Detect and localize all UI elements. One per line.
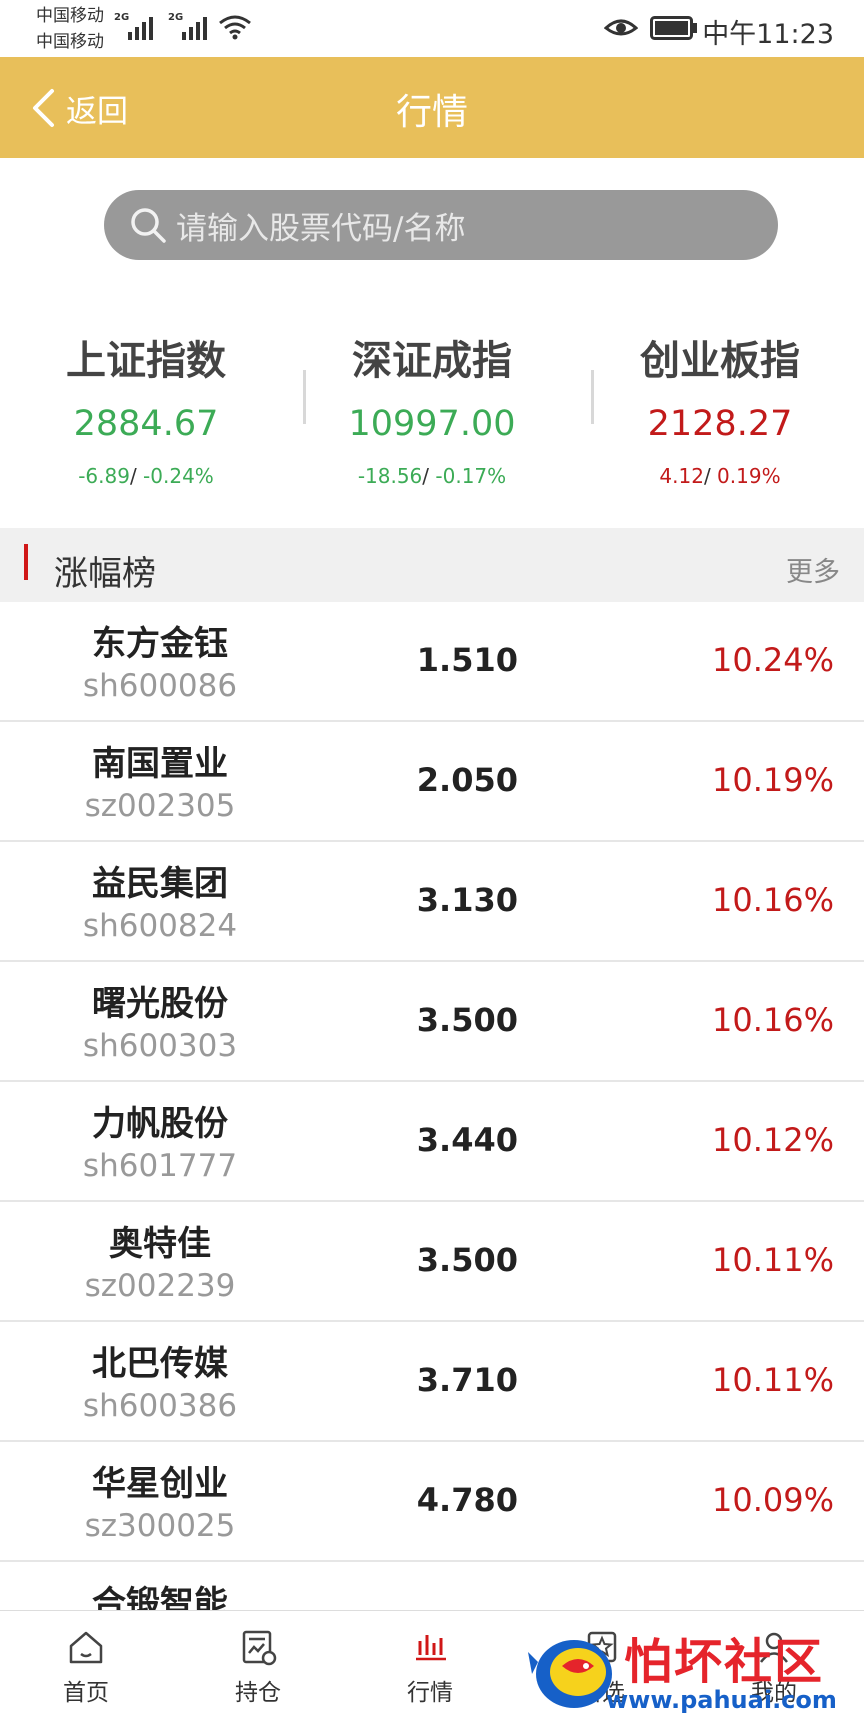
tab-label: 持仓 bbox=[235, 1680, 281, 1706]
stock-name: 合锻智能 bbox=[92, 1584, 228, 1610]
stock-change-pct: 10.12% bbox=[711, 1121, 834, 1159]
carrier-label-1: 中国移动 bbox=[36, 6, 104, 26]
more-link[interactable]: 更多 bbox=[786, 550, 840, 589]
stock-name: 曙光股份 bbox=[92, 984, 228, 1024]
stock-price: 3.130 bbox=[416, 881, 518, 919]
battery-icon bbox=[650, 16, 697, 40]
stock-name: 力帆股份 bbox=[92, 1104, 228, 1144]
stock-change-pct: 10.11% bbox=[711, 1241, 834, 1279]
stock-price: 3.710 bbox=[416, 1361, 518, 1399]
section-marker bbox=[24, 544, 28, 580]
stock-list: 东方金钰 sh600086 1.510 10.24% 南国置业 sz002305… bbox=[0, 602, 864, 1610]
carrier-label-2: 中国移动 bbox=[36, 32, 104, 52]
index-name: 创业板指 bbox=[640, 338, 800, 384]
stock-name: 华星创业 bbox=[92, 1464, 228, 1504]
stock-row[interactable]: 力帆股份 sh601777 3.440 10.12% bbox=[0, 1082, 864, 1202]
stock-name: 奥特佳 bbox=[109, 1224, 211, 1264]
index-panel: 上证指数 2884.67 -6.89/ -0.24% 深证成指 10997.00… bbox=[0, 294, 864, 528]
stock-code: sh600824 bbox=[82, 908, 238, 944]
stock-code: sz002239 bbox=[84, 1268, 236, 1304]
status-time: 中午11:23 bbox=[702, 19, 834, 50]
tab-label: 首页 bbox=[63, 1680, 109, 1706]
stock-row[interactable]: 东方金钰 sh600086 1.510 10.24% bbox=[0, 602, 864, 722]
signal-icon-1: 2G bbox=[114, 12, 153, 40]
tab-holdings[interactable]: 持仓 bbox=[172, 1611, 344, 1726]
stock-change-pct: 10.09% bbox=[711, 1481, 834, 1519]
stock-name: 东方金钰 bbox=[92, 624, 228, 664]
search-placeholder: 请输入股票代码/名称 bbox=[176, 210, 466, 247]
stock-code: sh601777 bbox=[82, 1148, 238, 1184]
watermark-logo: 怕坏社区 www.pahuai.com bbox=[528, 1622, 864, 1726]
stock-code: sh600386 bbox=[82, 1388, 238, 1424]
index-change: -18.56/ -0.17% bbox=[357, 464, 507, 488]
index-card-shanghai[interactable]: 上证指数 2884.67 -6.89/ -0.24% bbox=[2, 328, 290, 488]
index-value: 2128.27 bbox=[647, 404, 793, 444]
stock-row[interactable]: 北巴传媒 sh600386 3.710 10.11% bbox=[0, 1322, 864, 1442]
stock-code: sz300025 bbox=[84, 1508, 236, 1544]
market-icon bbox=[416, 1635, 446, 1661]
stock-row[interactable]: 华星创业 sz300025 4.780 10.09% bbox=[0, 1442, 864, 1562]
watermark-url: www.pahuai.com bbox=[606, 1686, 837, 1714]
section-title: 涨幅榜 bbox=[54, 554, 156, 594]
stock-price: 4.780 bbox=[416, 1481, 518, 1519]
page-title: 行情 bbox=[395, 92, 468, 133]
tab-home[interactable]: 首页 bbox=[0, 1611, 172, 1726]
eye-icon bbox=[604, 19, 638, 36]
holdings-icon bbox=[242, 1630, 277, 1666]
stock-price: 1.510 bbox=[416, 641, 518, 679]
status-bar: 中国移动 中国移动 2G 2G 中午11:23 bbox=[0, 0, 864, 57]
section-header-gainers: 涨幅榜 更多 bbox=[0, 528, 864, 602]
index-change: 4.12/ 0.19% bbox=[659, 464, 781, 488]
tab-market[interactable]: 行情 bbox=[344, 1611, 516, 1726]
stock-change-pct: 10.11% bbox=[711, 1361, 834, 1399]
index-card-chinext[interactable]: 创业板指 2128.27 4.12/ 0.19% bbox=[576, 328, 864, 488]
stock-change-pct: 10.16% bbox=[711, 881, 834, 919]
stock-row[interactable]: 南国置业 sz002305 2.050 10.19% bbox=[0, 722, 864, 842]
stock-row[interactable]: 益民集团 sh600824 3.130 10.16% bbox=[0, 842, 864, 962]
index-card-shenzhen[interactable]: 深证成指 10997.00 -18.56/ -0.17% bbox=[288, 328, 576, 488]
index-name: 上证指数 bbox=[66, 338, 226, 384]
search-icon bbox=[131, 208, 166, 243]
stock-price: 3.500 bbox=[416, 1241, 518, 1279]
stock-row[interactable]: 曙光股份 sh600303 3.500 10.16% bbox=[0, 962, 864, 1082]
watermark-text: 怕坏社区 bbox=[624, 1634, 825, 1690]
stock-name: 益民集团 bbox=[92, 864, 228, 904]
stock-change-pct: 10.24% bbox=[711, 641, 834, 679]
stock-code: sh600086 bbox=[82, 668, 238, 704]
stock-price: 2.050 bbox=[416, 761, 518, 799]
stock-row[interactable]: 奥特佳 sz002239 3.500 10.11% bbox=[0, 1202, 864, 1322]
tab-label: 行情 bbox=[407, 1680, 453, 1706]
index-change: -6.89/ -0.24% bbox=[78, 464, 214, 488]
index-name: 深证成指 bbox=[352, 338, 512, 384]
stock-name: 南国置业 bbox=[92, 744, 228, 784]
stock-change-pct: 10.19% bbox=[711, 761, 834, 799]
stock-name: 北巴传媒 bbox=[92, 1344, 228, 1384]
nav-bar: 返回 行情 bbox=[0, 57, 864, 158]
index-value: 10997.00 bbox=[348, 404, 516, 444]
wifi-icon bbox=[219, 15, 251, 40]
stock-price: 3.500 bbox=[416, 1001, 518, 1039]
stock-change-pct: 10.16% bbox=[711, 1001, 834, 1039]
index-value: 2884.67 bbox=[73, 404, 219, 444]
stock-price: 3.440 bbox=[416, 1121, 518, 1159]
search-area: 请输入股票代码/名称 bbox=[0, 158, 864, 294]
search-input[interactable]: 请输入股票代码/名称 bbox=[104, 190, 778, 260]
home-icon bbox=[69, 1631, 103, 1664]
signal-icon-2: 2G bbox=[168, 12, 207, 40]
stock-row[interactable]: 合锻智能 bbox=[0, 1562, 864, 1610]
stock-code: sh600303 bbox=[82, 1028, 238, 1064]
stock-code: sz002305 bbox=[84, 788, 236, 824]
